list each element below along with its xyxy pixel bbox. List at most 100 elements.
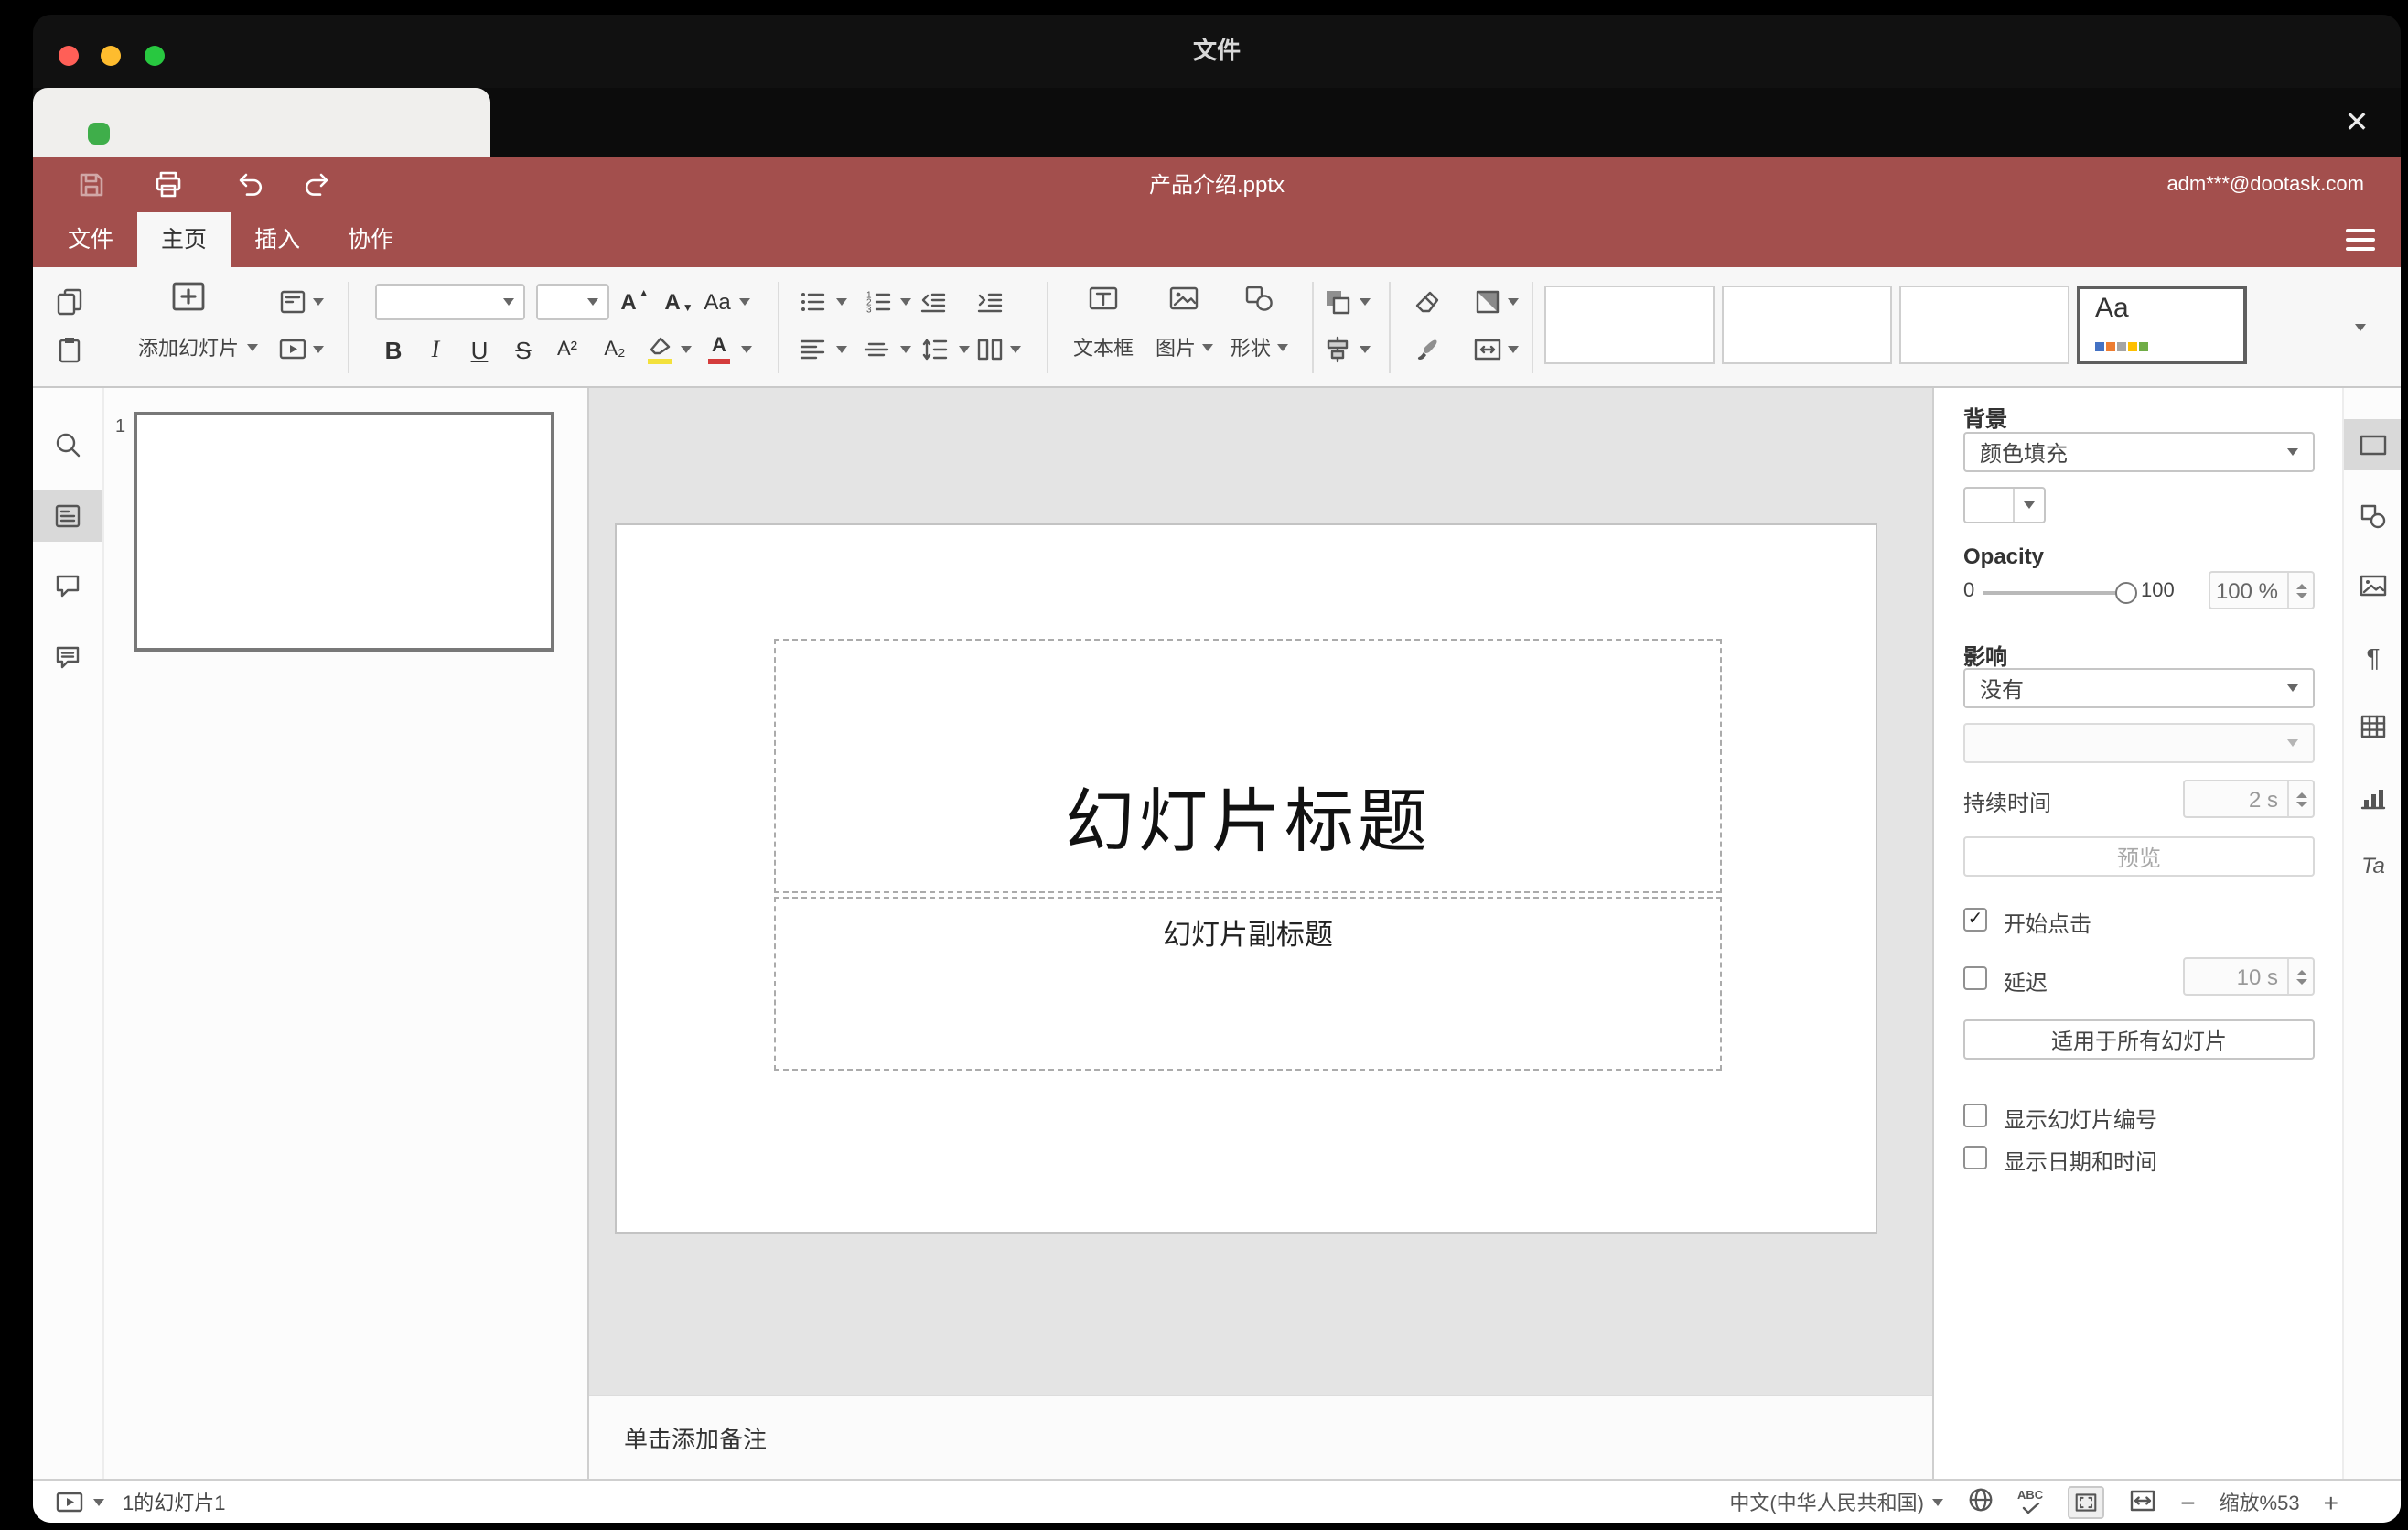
theme-gallery-caret[interactable] [2342,309,2379,346]
duration-input[interactable]: 2 s [2183,780,2315,818]
change-layout-button[interactable] [273,282,313,322]
text-art-settings-icon[interactable]: Ta [2351,844,2395,888]
image-settings-icon[interactable] [2351,564,2395,608]
bullets-button[interactable] [792,282,833,322]
comments-icon[interactable] [46,564,90,608]
zoom-out-button[interactable]: − [2180,1488,2195,1517]
background-color-picker[interactable] [1963,487,2046,523]
shape-button[interactable]: 形状 [1206,333,1312,362]
font-color-button[interactable]: A [703,329,736,370]
opacity-spinner[interactable] [2287,573,2313,608]
notes-area[interactable]: 单击添加备注 [589,1395,1932,1479]
increase-indent-button[interactable] [970,282,1010,322]
start-slideshow-status-button[interactable] [55,1488,104,1517]
paste-button[interactable] [49,329,90,370]
show-slide-number-checkbox[interactable] [1963,1104,1987,1127]
arrange-button[interactable] [1317,282,1358,322]
clear-style-button[interactable] [1407,282,1447,322]
zoom-in-button[interactable]: + [2324,1488,2338,1517]
change-case-caret[interactable] [739,298,750,306]
font-size-combo[interactable] [536,284,609,320]
horizontal-align-caret[interactable] [836,346,847,353]
start-slideshow-button[interactable] [273,329,313,370]
subscript-button[interactable]: A₂ [597,329,633,370]
decrease-font-button[interactable]: A ▼ [657,282,701,322]
opacity-value-input[interactable]: 100 % [2209,571,2315,609]
color-scheme-caret[interactable] [1508,298,1519,306]
add-slide-button[interactable]: 添加幻灯片 [110,333,285,362]
vertical-align-button[interactable] [856,329,897,370]
text-box-icon[interactable] [1083,278,1123,318]
change-case-button[interactable]: Aa [697,282,737,322]
duration-spinner[interactable] [2287,781,2313,816]
search-icon[interactable] [46,423,90,467]
slides-panel-icon[interactable] [46,494,90,538]
effect-type-select[interactable] [1963,723,2315,763]
delay-checkbox[interactable] [1963,966,1987,990]
highlight-color-button[interactable] [640,329,677,370]
underline-button[interactable]: U [463,329,496,370]
image-icon[interactable] [1164,278,1204,318]
show-date-time-checkbox[interactable] [1963,1146,1987,1169]
vertical-align-caret[interactable] [900,346,911,353]
line-spacing-caret[interactable] [959,346,970,353]
delay-input[interactable]: 10 s [2183,957,2315,996]
color-scheme-button[interactable] [1467,282,1508,322]
strikethrough-button[interactable]: S [507,329,540,370]
superscript-button[interactable]: A² [549,329,586,370]
zoom-level[interactable]: 缩放%53 [2220,1488,2300,1517]
copy-style-button[interactable] [1407,329,1447,370]
apply-to-all-button[interactable]: 适用于所有幻灯片 [1963,1019,2315,1060]
columns-button[interactable] [970,329,1010,370]
columns-caret[interactable] [1010,346,1021,353]
font-color-caret[interactable] [741,346,752,353]
slide-editing-area[interactable]: 幻灯片标题 幻灯片副标题 [615,523,1877,1234]
spell-check-icon[interactable]: ABC [2017,1490,2043,1514]
chart-settings-icon[interactable] [2351,776,2395,820]
language-selector[interactable]: 中文(中华人民共和国) [1729,1488,1942,1517]
decrease-indent-button[interactable] [913,282,953,322]
slide-thumbnail[interactable] [134,412,554,652]
close-icon[interactable]: ✕ [2335,101,2379,145]
slide-size-caret[interactable] [1508,346,1519,353]
fit-width-icon[interactable] [2127,1487,2156,1518]
highlight-color-caret[interactable] [681,346,692,353]
theme-option-selected[interactable]: Aa [2077,286,2247,364]
start-slideshow-caret[interactable] [313,346,324,353]
numbering-caret[interactable] [900,298,911,306]
line-spacing-button[interactable] [915,329,955,370]
bold-button[interactable]: B [377,329,410,370]
slide-size-button[interactable] [1467,329,1508,370]
align-shapes-button[interactable] [1317,329,1358,370]
chat-icon[interactable] [46,635,90,679]
fit-slide-icon[interactable] [2067,1486,2104,1519]
align-shapes-caret[interactable] [1360,346,1371,353]
opacity-slider-knob[interactable] [2115,582,2137,604]
font-name-combo[interactable] [375,284,525,320]
horizontal-align-button[interactable] [792,329,833,370]
copy-button[interactable] [49,282,90,322]
numbering-button[interactable]: 123 [858,282,898,322]
bullets-caret[interactable] [836,298,847,306]
increase-font-button[interactable]: A ▲ [613,282,657,322]
arrange-caret[interactable] [1360,298,1371,306]
theme-option-2[interactable] [1722,286,1892,364]
background-fill-select[interactable]: 颜色填充 [1963,432,2315,472]
change-layout-caret[interactable] [313,298,324,306]
table-settings-icon[interactable] [2351,705,2395,749]
slide-settings-icon[interactable] [2351,423,2395,467]
effect-select[interactable]: 没有 [1963,668,2315,708]
preview-button[interactable]: 预览 [1963,836,2315,877]
tab-file[interactable]: 文件 [44,212,137,267]
delay-spinner[interactable] [2287,959,2313,994]
tab-home[interactable]: 主页 [137,212,231,267]
italic-button[interactable]: I [419,329,452,370]
title-placeholder[interactable]: 幻灯片标题 [774,639,1722,893]
subtitle-placeholder[interactable]: 幻灯片副标题 [774,897,1722,1071]
shape-settings-icon[interactable] [2351,494,2395,538]
start-on-click-checkbox[interactable]: ✓ [1963,908,1987,932]
add-slide-icon[interactable] [170,278,207,315]
view-settings-icon[interactable] [2346,229,2375,251]
theme-option-1[interactable] [1544,286,1715,364]
tab-collaboration[interactable]: 协作 [324,212,417,267]
